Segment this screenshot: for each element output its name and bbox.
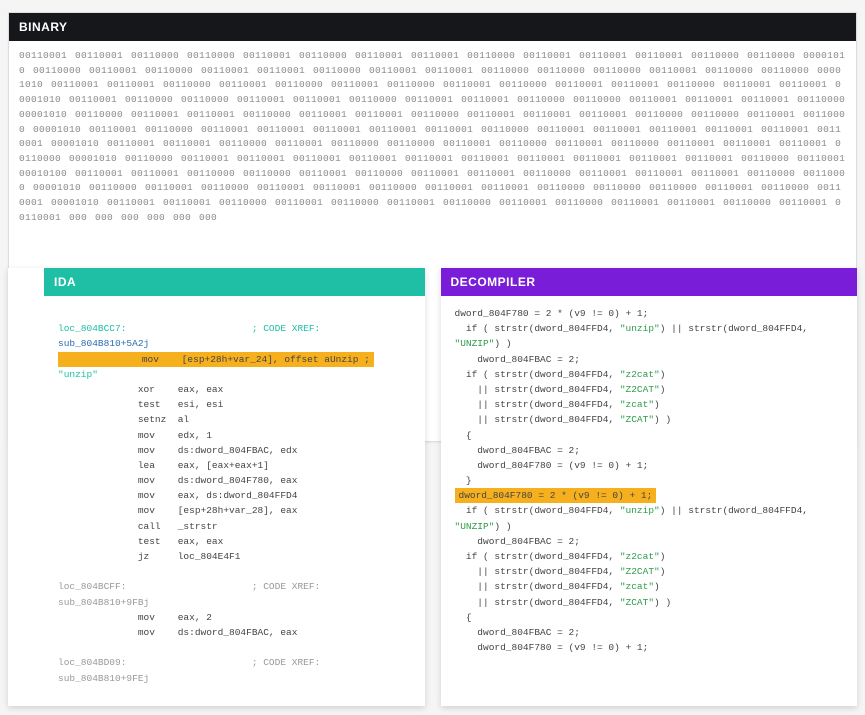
decompiler-line: || strstr(dword_804FFD4, "Z2CAT")	[455, 564, 844, 579]
decompiler-line: {	[455, 428, 844, 443]
overlay-area: IDA loc_804BCC7: ; CODE XREF:sub_804B810…	[8, 268, 857, 706]
decompiler-line: dword_804FBAC = 2;	[455, 352, 844, 367]
decompiler-line: if ( strstr(dword_804FFD4, "z2cat")	[455, 549, 844, 564]
ida-line: sub_804B810+5A2j	[58, 336, 411, 351]
ida-line: sub_804B810+9FEj	[58, 671, 411, 686]
ida-line: jz loc_804E4F1	[58, 549, 411, 564]
decompiler-line: dword_804FBAC = 2;	[455, 625, 844, 640]
ida-line: mov eax, ds:dword_804FFD4	[58, 488, 411, 503]
ida-line: mov ds:dword_804F780, eax	[58, 473, 411, 488]
ida-line: mov edx, 1	[58, 428, 411, 443]
ida-line: mov ds:dword_804FBAC, eax	[58, 625, 411, 640]
decompiler-line: {	[455, 610, 844, 625]
ida-line: mov [esp+28h+var_24], offset aUnzip ;	[58, 352, 411, 367]
decompiler-line: dword_804FBAC = 2;	[455, 443, 844, 458]
ida-line: mov ds:dword_804FBAC, edx	[58, 443, 411, 458]
ida-panel: IDA loc_804BCC7: ; CODE XREF:sub_804B810…	[8, 268, 425, 706]
decompiler-line: "UNZIP") )	[455, 519, 844, 534]
ida-line: loc_804BCFF: ; CODE XREF:	[58, 579, 411, 594]
ida-line: xor eax, eax	[58, 382, 411, 397]
decompiler-line: || strstr(dword_804FFD4, "ZCAT") )	[455, 595, 844, 610]
ida-line: test esi, esi	[58, 397, 411, 412]
ida-line	[58, 306, 411, 321]
decompiler-line: || strstr(dword_804FFD4, "ZCAT") )	[455, 412, 844, 427]
ida-line: call _strstr	[58, 519, 411, 534]
decompiler-line: dword_804F780 = (v9 != 0) + 1;	[455, 640, 844, 655]
decompiler-line: if ( strstr(dword_804FFD4, "z2cat")	[455, 367, 844, 382]
ida-line: loc_804BD09: ; CODE XREF:	[58, 655, 411, 670]
decompiler-line: || strstr(dword_804FFD4, "zcat")	[455, 397, 844, 412]
binary-header: BINARY	[9, 13, 856, 41]
ida-line: setnz al	[58, 412, 411, 427]
decompiler-line: dword_804FBAC = 2;	[455, 534, 844, 549]
decompiler-line: dword_804F780 = 2 * (v9 != 0) + 1;	[455, 306, 844, 321]
decompiler-line: if ( strstr(dword_804FFD4, "unzip") || s…	[455, 321, 844, 336]
ida-line: test eax, eax	[58, 534, 411, 549]
decompiler-line: || strstr(dword_804FFD4, "Z2CAT")	[455, 382, 844, 397]
ida-line: "unzip"	[58, 367, 411, 382]
decompiler-line: }	[455, 473, 844, 488]
decompiler-body: dword_804F780 = 2 * (v9 != 0) + 1; if ( …	[441, 296, 858, 706]
ida-line: mov [esp+28h+var_28], eax	[58, 503, 411, 518]
decompiler-line: "UNZIP") )	[455, 336, 844, 351]
decompiler-line: dword_804F780 = 2 * (v9 != 0) + 1;	[455, 488, 844, 503]
ida-body: loc_804BCC7: ; CODE XREF:sub_804B810+5A2…	[8, 296, 425, 706]
decompiler-line: || strstr(dword_804FFD4, "zcat")	[455, 579, 844, 594]
ida-line: sub_804B810+9FBj	[58, 595, 411, 610]
ida-line: loc_804BCC7: ; CODE XREF:	[58, 321, 411, 336]
ida-header: IDA	[44, 268, 425, 296]
decompiler-line: if ( strstr(dword_804FFD4, "unzip") || s…	[455, 503, 844, 518]
decompiler-header: DECOMPILER	[441, 268, 858, 296]
ida-line	[58, 640, 411, 655]
ida-line: lea eax, [eax+eax+1]	[58, 458, 411, 473]
ida-line	[58, 564, 411, 579]
decompiler-line: dword_804F780 = (v9 != 0) + 1;	[455, 458, 844, 473]
ida-line: mov eax, 2	[58, 610, 411, 625]
decompiler-panel: DECOMPILER dword_804F780 = 2 * (v9 != 0)…	[441, 268, 858, 706]
